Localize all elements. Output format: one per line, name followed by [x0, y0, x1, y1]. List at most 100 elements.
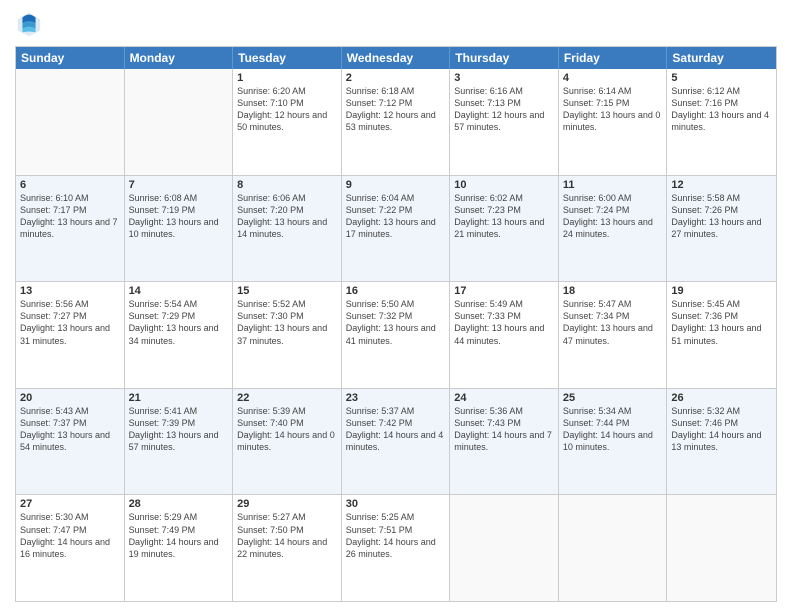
calendar-cell-2-3: 8Sunrise: 6:06 AMSunset: 7:20 PMDaylight… [233, 176, 342, 282]
day-number: 29 [237, 498, 337, 510]
day-number: 13 [20, 285, 120, 297]
day-detail: Sunrise: 6:00 AMSunset: 7:24 PMDaylight:… [563, 192, 663, 241]
weekday-header-tuesday: Tuesday [233, 47, 342, 69]
day-number: 11 [563, 179, 663, 191]
day-detail: Sunrise: 6:12 AMSunset: 7:16 PMDaylight:… [671, 85, 772, 134]
day-number: 12 [671, 179, 772, 191]
day-detail: Sunrise: 5:45 AMSunset: 7:36 PMDaylight:… [671, 298, 772, 347]
calendar-cell-1-5: 3Sunrise: 6:16 AMSunset: 7:13 PMDaylight… [450, 69, 559, 175]
day-detail: Sunrise: 5:50 AMSunset: 7:32 PMDaylight:… [346, 298, 446, 347]
day-number: 1 [237, 72, 337, 84]
day-number: 8 [237, 179, 337, 191]
calendar-row-5: 27Sunrise: 5:30 AMSunset: 7:47 PMDayligh… [16, 494, 776, 601]
day-detail: Sunrise: 5:52 AMSunset: 7:30 PMDaylight:… [237, 298, 337, 347]
calendar-cell-3-3: 15Sunrise: 5:52 AMSunset: 7:30 PMDayligh… [233, 282, 342, 388]
day-detail: Sunrise: 5:25 AMSunset: 7:51 PMDaylight:… [346, 511, 446, 560]
calendar-cell-2-7: 12Sunrise: 5:58 AMSunset: 7:26 PMDayligh… [667, 176, 776, 282]
day-number: 2 [346, 72, 446, 84]
day-detail: Sunrise: 5:37 AMSunset: 7:42 PMDaylight:… [346, 405, 446, 454]
day-number: 25 [563, 392, 663, 404]
day-detail: Sunrise: 6:20 AMSunset: 7:10 PMDaylight:… [237, 85, 337, 134]
header [15, 10, 777, 38]
day-number: 9 [346, 179, 446, 191]
weekday-header-wednesday: Wednesday [342, 47, 451, 69]
day-detail: Sunrise: 5:58 AMSunset: 7:26 PMDaylight:… [671, 192, 772, 241]
day-number: 10 [454, 179, 554, 191]
calendar-cell-4-2: 21Sunrise: 5:41 AMSunset: 7:39 PMDayligh… [125, 389, 234, 495]
calendar-cell-5-6 [559, 495, 668, 601]
calendar-cell-2-4: 9Sunrise: 6:04 AMSunset: 7:22 PMDaylight… [342, 176, 451, 282]
calendar-row-3: 13Sunrise: 5:56 AMSunset: 7:27 PMDayligh… [16, 281, 776, 388]
calendar-header-row: SundayMondayTuesdayWednesdayThursdayFrid… [16, 47, 776, 69]
day-detail: Sunrise: 5:41 AMSunset: 7:39 PMDaylight:… [129, 405, 229, 454]
day-detail: Sunrise: 6:06 AMSunset: 7:20 PMDaylight:… [237, 192, 337, 241]
day-detail: Sunrise: 6:02 AMSunset: 7:23 PMDaylight:… [454, 192, 554, 241]
page: SundayMondayTuesdayWednesdayThursdayFrid… [0, 0, 792, 612]
weekday-header-sunday: Sunday [16, 47, 125, 69]
day-detail: Sunrise: 6:18 AMSunset: 7:12 PMDaylight:… [346, 85, 446, 134]
calendar-cell-4-5: 24Sunrise: 5:36 AMSunset: 7:43 PMDayligh… [450, 389, 559, 495]
day-number: 6 [20, 179, 120, 191]
day-detail: Sunrise: 5:39 AMSunset: 7:40 PMDaylight:… [237, 405, 337, 454]
logo-icon [15, 10, 43, 38]
day-number: 22 [237, 392, 337, 404]
day-detail: Sunrise: 5:34 AMSunset: 7:44 PMDaylight:… [563, 405, 663, 454]
day-number: 19 [671, 285, 772, 297]
calendar-cell-2-5: 10Sunrise: 6:02 AMSunset: 7:23 PMDayligh… [450, 176, 559, 282]
calendar-cell-3-7: 19Sunrise: 5:45 AMSunset: 7:36 PMDayligh… [667, 282, 776, 388]
day-detail: Sunrise: 6:14 AMSunset: 7:15 PMDaylight:… [563, 85, 663, 134]
day-number: 7 [129, 179, 229, 191]
day-number: 23 [346, 392, 446, 404]
calendar-cell-1-1 [16, 69, 125, 175]
day-detail: Sunrise: 5:32 AMSunset: 7:46 PMDaylight:… [671, 405, 772, 454]
calendar-cell-5-7 [667, 495, 776, 601]
weekday-header-saturday: Saturday [667, 47, 776, 69]
calendar-cell-5-2: 28Sunrise: 5:29 AMSunset: 7:49 PMDayligh… [125, 495, 234, 601]
calendar-row-1: 1Sunrise: 6:20 AMSunset: 7:10 PMDaylight… [16, 69, 776, 175]
calendar-body: 1Sunrise: 6:20 AMSunset: 7:10 PMDaylight… [16, 69, 776, 601]
calendar-cell-3-6: 18Sunrise: 5:47 AMSunset: 7:34 PMDayligh… [559, 282, 668, 388]
day-number: 17 [454, 285, 554, 297]
weekday-header-monday: Monday [125, 47, 234, 69]
day-detail: Sunrise: 5:27 AMSunset: 7:50 PMDaylight:… [237, 511, 337, 560]
calendar-cell-4-1: 20Sunrise: 5:43 AMSunset: 7:37 PMDayligh… [16, 389, 125, 495]
calendar-row-2: 6Sunrise: 6:10 AMSunset: 7:17 PMDaylight… [16, 175, 776, 282]
day-number: 16 [346, 285, 446, 297]
logo [15, 10, 47, 38]
day-detail: Sunrise: 5:36 AMSunset: 7:43 PMDaylight:… [454, 405, 554, 454]
day-number: 28 [129, 498, 229, 510]
day-detail: Sunrise: 6:08 AMSunset: 7:19 PMDaylight:… [129, 192, 229, 241]
day-number: 24 [454, 392, 554, 404]
day-detail: Sunrise: 6:10 AMSunset: 7:17 PMDaylight:… [20, 192, 120, 241]
calendar-cell-2-2: 7Sunrise: 6:08 AMSunset: 7:19 PMDaylight… [125, 176, 234, 282]
calendar-cell-1-7: 5Sunrise: 6:12 AMSunset: 7:16 PMDaylight… [667, 69, 776, 175]
calendar-cell-5-5 [450, 495, 559, 601]
day-number: 14 [129, 285, 229, 297]
day-number: 15 [237, 285, 337, 297]
calendar-cell-5-3: 29Sunrise: 5:27 AMSunset: 7:50 PMDayligh… [233, 495, 342, 601]
calendar-cell-2-1: 6Sunrise: 6:10 AMSunset: 7:17 PMDaylight… [16, 176, 125, 282]
calendar-cell-1-2 [125, 69, 234, 175]
day-number: 26 [671, 392, 772, 404]
calendar-cell-1-3: 1Sunrise: 6:20 AMSunset: 7:10 PMDaylight… [233, 69, 342, 175]
calendar-cell-4-4: 23Sunrise: 5:37 AMSunset: 7:42 PMDayligh… [342, 389, 451, 495]
calendar-cell-4-7: 26Sunrise: 5:32 AMSunset: 7:46 PMDayligh… [667, 389, 776, 495]
day-detail: Sunrise: 5:29 AMSunset: 7:49 PMDaylight:… [129, 511, 229, 560]
day-detail: Sunrise: 5:43 AMSunset: 7:37 PMDaylight:… [20, 405, 120, 454]
calendar: SundayMondayTuesdayWednesdayThursdayFrid… [15, 46, 777, 602]
day-number: 21 [129, 392, 229, 404]
weekday-header-friday: Friday [559, 47, 668, 69]
day-number: 27 [20, 498, 120, 510]
day-number: 30 [346, 498, 446, 510]
day-detail: Sunrise: 6:16 AMSunset: 7:13 PMDaylight:… [454, 85, 554, 134]
weekday-header-thursday: Thursday [450, 47, 559, 69]
calendar-cell-3-2: 14Sunrise: 5:54 AMSunset: 7:29 PMDayligh… [125, 282, 234, 388]
calendar-cell-3-5: 17Sunrise: 5:49 AMSunset: 7:33 PMDayligh… [450, 282, 559, 388]
day-detail: Sunrise: 5:49 AMSunset: 7:33 PMDaylight:… [454, 298, 554, 347]
calendar-row-4: 20Sunrise: 5:43 AMSunset: 7:37 PMDayligh… [16, 388, 776, 495]
calendar-cell-5-4: 30Sunrise: 5:25 AMSunset: 7:51 PMDayligh… [342, 495, 451, 601]
calendar-cell-2-6: 11Sunrise: 6:00 AMSunset: 7:24 PMDayligh… [559, 176, 668, 282]
day-number: 4 [563, 72, 663, 84]
day-detail: Sunrise: 5:30 AMSunset: 7:47 PMDaylight:… [20, 511, 120, 560]
day-detail: Sunrise: 5:47 AMSunset: 7:34 PMDaylight:… [563, 298, 663, 347]
